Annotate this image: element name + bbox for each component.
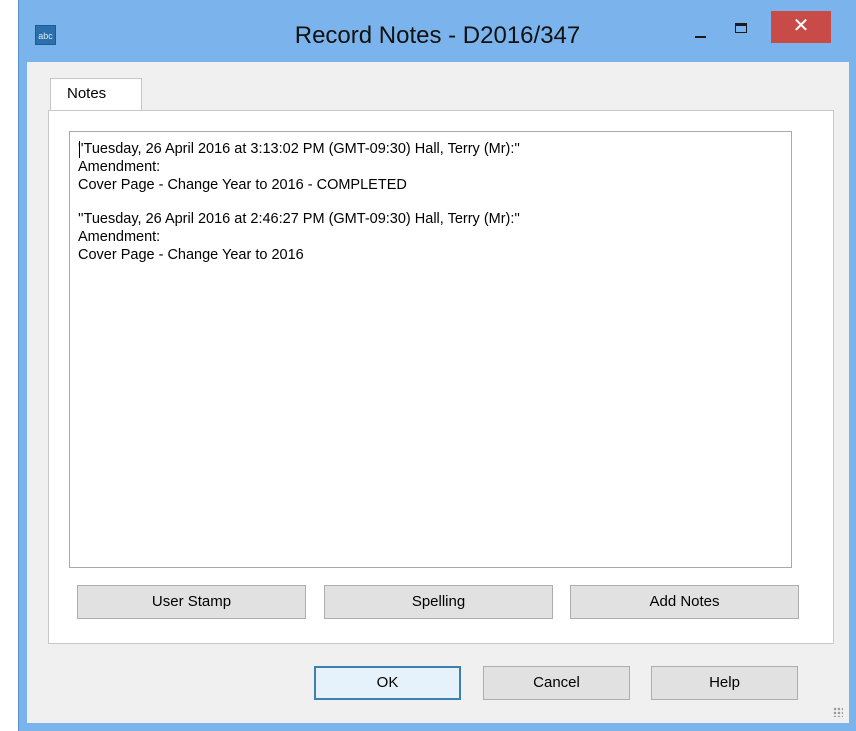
resize-grip-icon[interactable] bbox=[833, 707, 843, 717]
note-line: Cover Page - Change Year to 2016 bbox=[78, 247, 304, 263]
user-stamp-button[interactable]: User Stamp bbox=[77, 585, 306, 619]
record-notes-window: abc Record Notes - D2016/347 ✕ Notes ''T… bbox=[18, 0, 856, 731]
spelling-button[interactable]: Spelling bbox=[324, 585, 553, 619]
note-entry: ''Tuesday, 26 April 2016 at 2:46:27 PM (… bbox=[78, 210, 783, 264]
note-header: ''Tuesday, 26 April 2016 at 3:13:02 PM (… bbox=[78, 141, 520, 157]
text-cursor bbox=[79, 141, 80, 158]
maximize-button[interactable] bbox=[722, 14, 762, 44]
minimize-button[interactable] bbox=[681, 14, 719, 44]
note-line: Cover Page - Change Year to 2016 - COMPL… bbox=[78, 177, 407, 193]
note-line: Amendment: bbox=[78, 229, 161, 245]
add-notes-button[interactable]: Add Notes bbox=[570, 585, 799, 619]
ok-button[interactable]: OK bbox=[314, 666, 461, 700]
maximize-icon bbox=[735, 23, 747, 33]
title-bar[interactable]: abc Record Notes - D2016/347 ✕ bbox=[19, 0, 856, 62]
cancel-button[interactable]: Cancel bbox=[483, 666, 630, 700]
note-header: ''Tuesday, 26 April 2016 at 2:46:27 PM (… bbox=[78, 211, 520, 227]
notes-tab-panel: ''Tuesday, 26 April 2016 at 3:13:02 PM (… bbox=[48, 110, 834, 644]
help-button[interactable]: Help bbox=[651, 666, 798, 700]
notes-text-area[interactable]: ''Tuesday, 26 April 2016 at 3:13:02 PM (… bbox=[69, 131, 792, 568]
dialog-client-area: Notes ''Tuesday, 26 April 2016 at 3:13:0… bbox=[27, 62, 849, 723]
minimize-icon bbox=[695, 36, 706, 38]
note-entry: ''Tuesday, 26 April 2016 at 3:13:02 PM (… bbox=[78, 140, 783, 194]
tab-notes[interactable]: Notes bbox=[50, 78, 142, 111]
close-button[interactable]: ✕ bbox=[771, 11, 831, 43]
note-line: Amendment: bbox=[78, 159, 161, 175]
close-icon: ✕ bbox=[792, 15, 810, 37]
